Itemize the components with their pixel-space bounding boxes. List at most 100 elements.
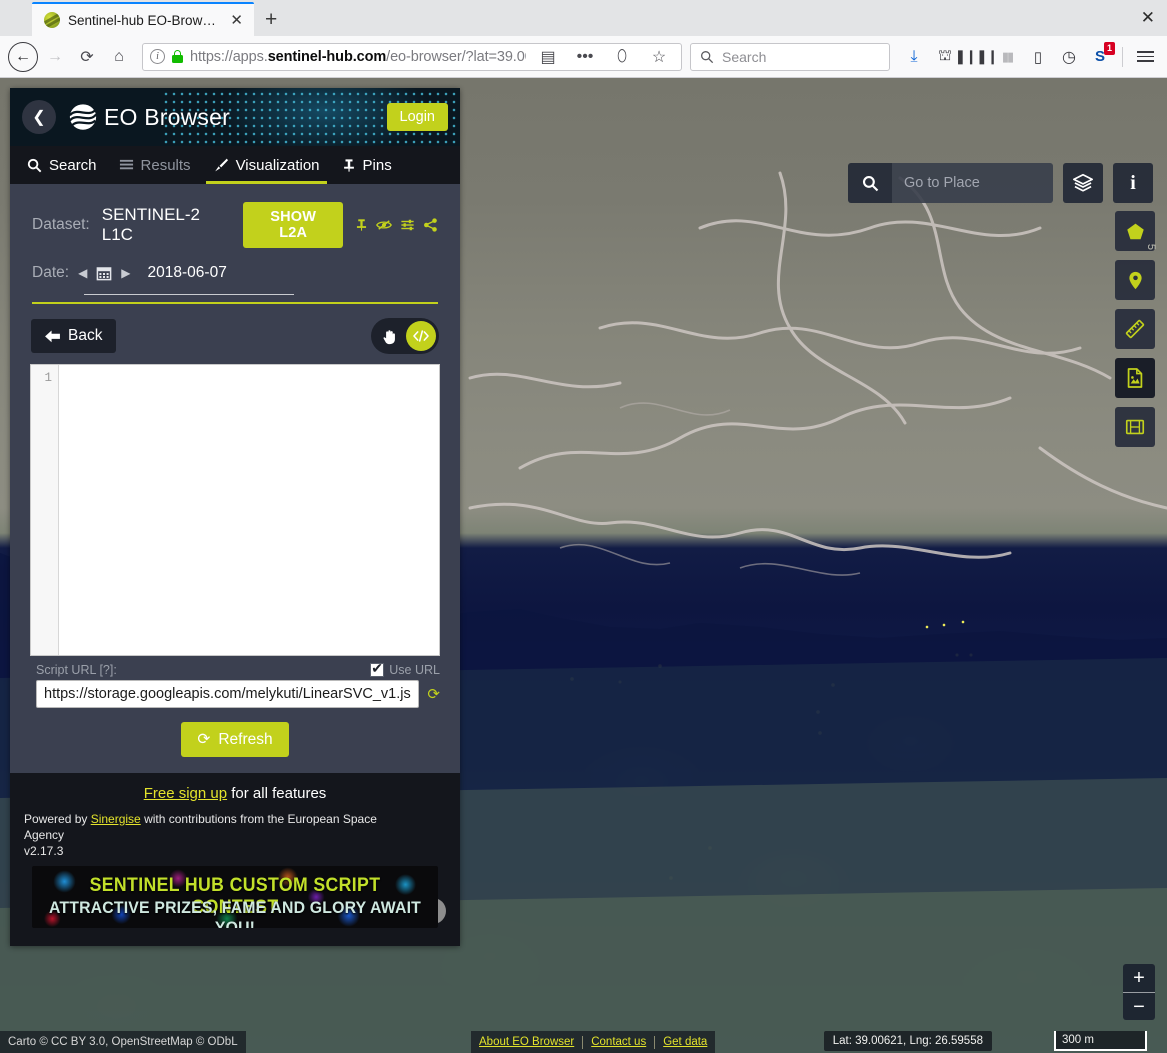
sliders-icon[interactable]	[400, 218, 415, 232]
back-button[interactable]: ←	[8, 41, 38, 72]
script-url-input[interactable]	[36, 680, 420, 708]
calendar-icon[interactable]	[96, 265, 112, 281]
reload-button[interactable]: ⟳	[72, 42, 102, 72]
sidebar-tab-label: Visualization	[235, 156, 320, 174]
code-icon	[413, 330, 429, 342]
ruler-icon	[1125, 319, 1145, 339]
date-next-button[interactable]: ▶	[121, 266, 130, 280]
version-text: v2.17.3	[24, 844, 64, 859]
about-eo-browser-link[interactable]: About EO Browser	[479, 1036, 574, 1048]
page-actions-icon[interactable]: •••	[570, 42, 600, 72]
sidebar-tab-search[interactable]: Search	[16, 146, 108, 184]
layers-icon	[1073, 173, 1093, 192]
polygon-icon	[1126, 223, 1144, 239]
share-icon[interactable]	[423, 218, 438, 232]
signup-line: Free sign up for all features	[24, 785, 446, 802]
script-url-label-row: Script URL [?]: Use URL	[20, 656, 450, 680]
powered-by-text: Powered by Sinergise with contributions …	[24, 811, 394, 860]
code-mode-button[interactable]	[406, 321, 436, 351]
measure-tool-button[interactable]	[1115, 309, 1155, 349]
refresh-button[interactable]: ⟳ Refresh	[181, 722, 289, 757]
link-divider	[654, 1035, 656, 1049]
timelapse-icon	[1125, 419, 1145, 435]
info-button[interactable]: i	[1113, 163, 1153, 203]
contact-us-link[interactable]: Contact us	[591, 1036, 646, 1048]
hide-eye-icon[interactable]	[376, 218, 392, 232]
login-button[interactable]: Login	[386, 103, 448, 131]
browser-search-bar[interactable]: Search	[690, 42, 890, 71]
refresh-row: ⟳ Refresh	[20, 708, 450, 773]
editor-code-area[interactable]	[59, 365, 439, 655]
zoom-in-button[interactable]: +	[1123, 964, 1155, 992]
editor-gutter: 1	[31, 365, 59, 655]
downloads-icon[interactable]: ⤓	[900, 43, 928, 71]
page-info-icon[interactable]: i	[150, 49, 165, 64]
use-url-checkbox[interactable]	[370, 661, 385, 677]
back-button-label: Back	[68, 327, 103, 344]
home-button[interactable]: ⌂	[104, 42, 134, 72]
url-text: https://apps.sentinel-hub.com/eo-browser…	[190, 49, 526, 65]
get-data-link[interactable]: Get data	[663, 1036, 707, 1048]
pin-icon[interactable]	[355, 218, 368, 232]
panel-toolbar: Back	[20, 318, 450, 364]
go-to-place-control[interactable]	[848, 163, 1053, 203]
dataset-value: SENTINEL-2 L1C	[101, 205, 200, 244]
free-signup-link[interactable]: Free sign up	[144, 785, 227, 802]
close-icon[interactable]: ✕	[227, 13, 246, 28]
marker-tool-button[interactable]	[1115, 260, 1155, 300]
use-url-label: Use URL	[389, 663, 440, 677]
new-tab-button[interactable]: +	[254, 9, 288, 30]
use-url-control[interactable]: Use URL	[370, 661, 440, 677]
date-prev-button[interactable]: ◀	[78, 266, 87, 280]
date-value[interactable]: 2018-06-07	[148, 264, 227, 282]
lock-icon	[172, 50, 183, 63]
navigation-toolbar: ← → ⟳ ⌂ i https://apps.sentinel-hub.com/…	[0, 36, 1167, 78]
search-icon	[27, 158, 42, 172]
sidebar-tab-label: Search	[49, 156, 97, 174]
window-close-icon[interactable]: ✕	[1141, 9, 1155, 26]
sidebar-tab-results[interactable]: Results	[108, 146, 202, 184]
browser-chrome: Sentinel-hub EO-Browser ✕ + ✕ ← → ⟳ ⌂ i …	[0, 0, 1167, 78]
image-download-tool-button[interactable]	[1115, 358, 1155, 398]
browser-search-placeholder: Search	[722, 48, 767, 65]
browser-tab[interactable]: Sentinel-hub EO-Browser ✕	[32, 2, 254, 36]
url-domain: sentinel-hub.com	[267, 48, 387, 65]
custom-script-contest-banner[interactable]: SENTINEL HUB CUSTOM SCRIPT CONTEST ATTRA…	[32, 865, 438, 928]
reader-mode-icon[interactable]: ▤	[533, 42, 563, 72]
sinergise-link[interactable]: Sinergise	[91, 812, 141, 826]
script-editor[interactable]: 1	[30, 364, 440, 656]
sidebar-icon[interactable]: ▯	[1024, 43, 1052, 71]
sidebar-tab-visualization[interactable]: Visualization	[202, 146, 331, 184]
reading-list-icon[interactable]: ▮▮	[993, 43, 1021, 71]
sidebar-tabs: Search Results Visualization Pins	[10, 146, 460, 184]
search-icon	[701, 50, 714, 63]
search-icon[interactable]	[848, 163, 892, 203]
list-icon	[119, 159, 133, 169]
hand-mode-button[interactable]	[374, 321, 404, 351]
sidebar-tab-pins[interactable]: Pins	[331, 146, 403, 184]
link-divider	[582, 1035, 584, 1049]
go-to-place-input[interactable]	[892, 163, 1053, 203]
refresh-icon[interactable]: ⟳	[427, 685, 440, 703]
menu-icon[interactable]	[1131, 43, 1159, 71]
bookmark-star-icon[interactable]: ☆	[644, 42, 674, 72]
script-url-row: ⟳	[20, 680, 450, 708]
zoom-out-button[interactable]: −	[1123, 992, 1155, 1020]
show-l2a-button[interactable]: SHOW L2A	[243, 202, 343, 248]
brush-icon	[214, 158, 228, 172]
library-icon[interactable]: ❚❙❚❙	[955, 43, 999, 71]
layers-button[interactable]	[1063, 163, 1103, 203]
script-blocker-icon[interactable]: S 1	[1086, 41, 1115, 71]
map-scale-hint: 5	[1145, 243, 1157, 250]
pocket-icon[interactable]: ⬯	[607, 42, 637, 72]
forward-button[interactable]: →	[40, 42, 70, 72]
url-bar[interactable]: i https://apps.sentinel-hub.com/eo-brows…	[142, 42, 682, 72]
sidebar-tab-label: Pins	[362, 156, 392, 174]
collapse-sidebar-button[interactable]: ❮	[22, 100, 56, 134]
banner-line-2: ATTRACTIVE PRIZES, FAME AND GLORY AWAIT …	[48, 897, 422, 928]
custom-script-panel: Back 1 Script URL [?]: ✔ Use URL https:/…	[10, 304, 460, 773]
timelapse-tool-button[interactable]	[1115, 407, 1155, 447]
back-button[interactable]: Back	[31, 319, 117, 353]
history-icon[interactable]: ◷	[1055, 43, 1083, 71]
powered-prefix: Powered by	[24, 812, 91, 826]
